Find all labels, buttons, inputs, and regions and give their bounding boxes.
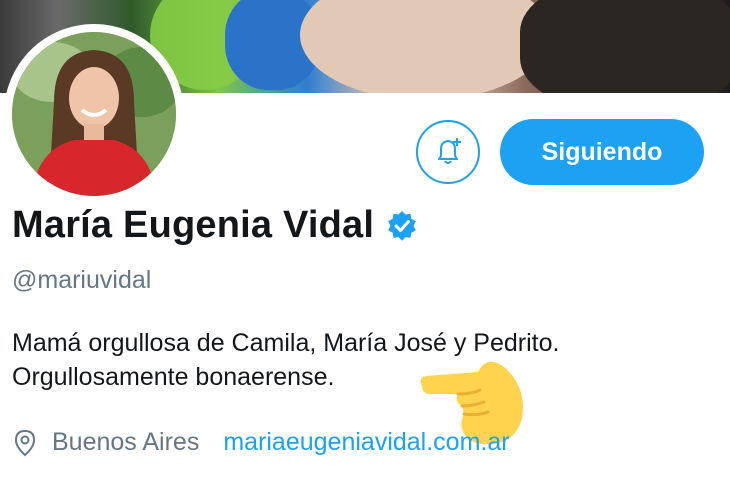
- avatar[interactable]: [12, 32, 176, 196]
- following-button[interactable]: Siguiendo: [500, 119, 704, 185]
- bio-line: Mamá orgullosa de Camila, María José y P…: [12, 329, 560, 357]
- profile-name-row: María Eugenia Vidal: [12, 204, 418, 247]
- banner-detail: [520, 0, 730, 93]
- following-button-label: Siguiendo: [541, 137, 663, 166]
- notifications-bell-button[interactable]: [416, 120, 480, 184]
- location-pin-icon: [14, 429, 36, 456]
- profile-name: María Eugenia Vidal: [12, 204, 375, 246]
- bell-plus-icon: [438, 138, 461, 164]
- profile-handle: @mariuvidal: [12, 266, 152, 294]
- profile-location: Buenos Aires: [52, 428, 200, 456]
- profile-website-link[interactable]: mariaeugeniavidal.com.ar: [223, 428, 509, 457]
- banner-detail: [300, 0, 550, 93]
- verified-badge-icon: [388, 210, 416, 241]
- profile-meta-row: Buenos Aires mariaeugeniavidal.com.ar: [12, 428, 510, 457]
